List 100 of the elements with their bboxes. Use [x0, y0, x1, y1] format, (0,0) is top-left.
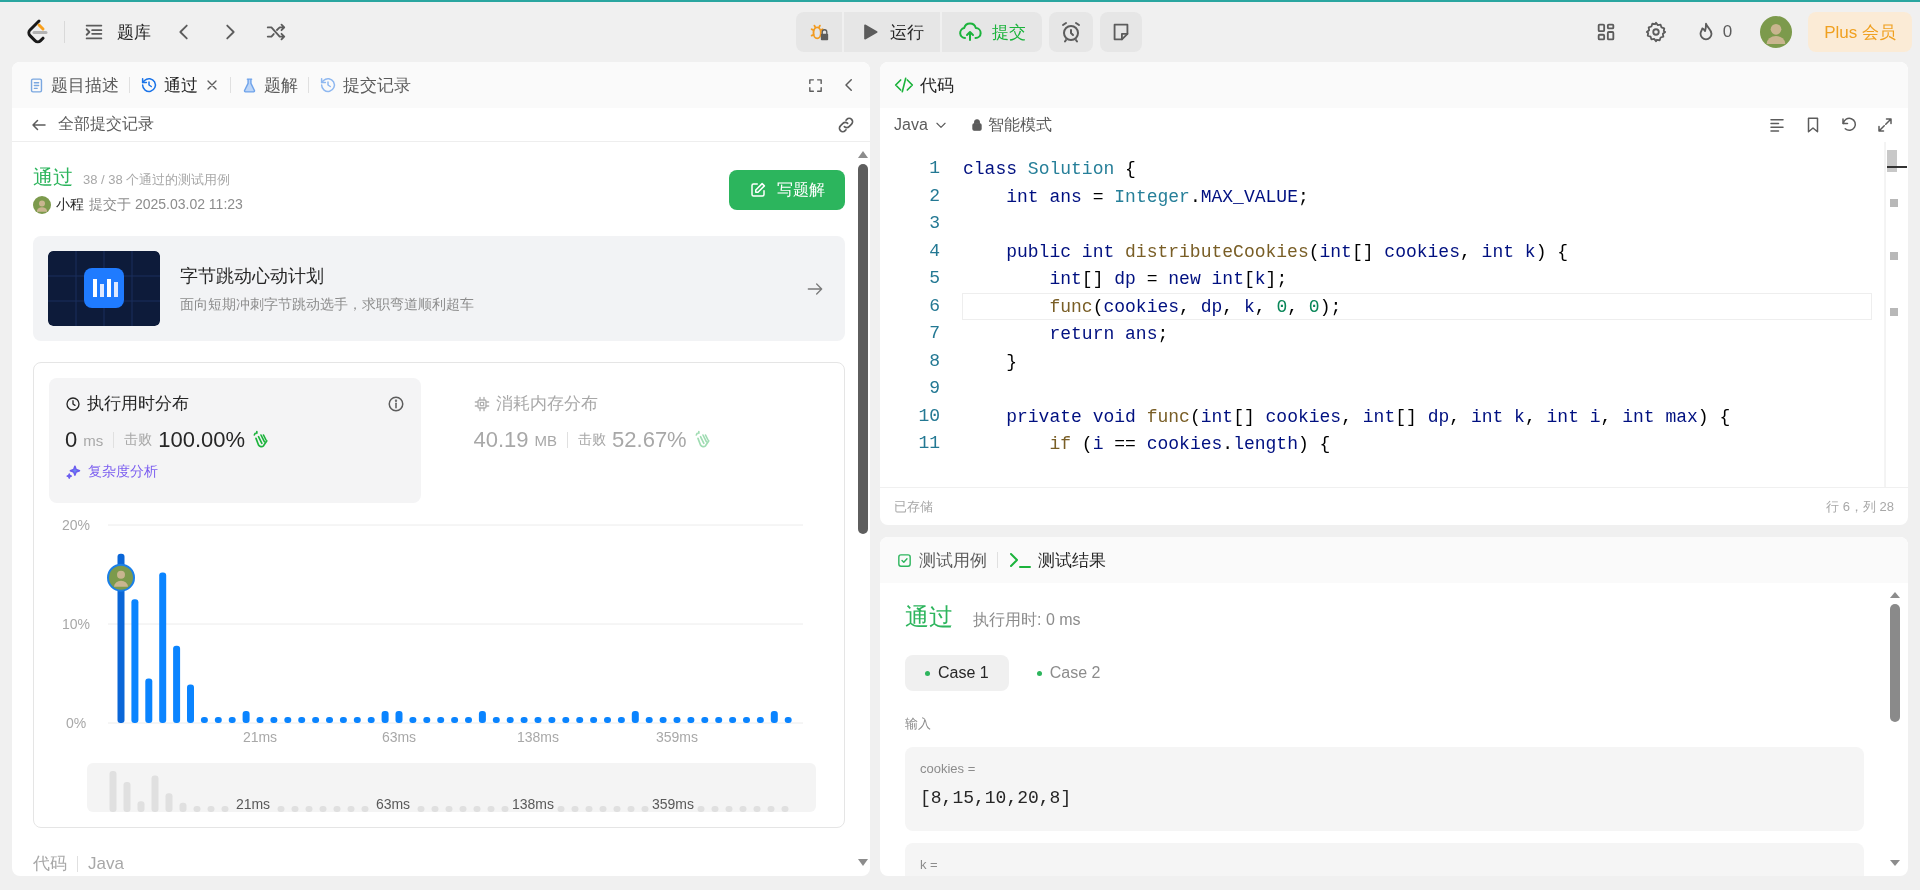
- chart-bar[interactable]: [576, 717, 584, 723]
- axis-label: 10%: [62, 616, 90, 632]
- chart-bar[interactable]: [381, 711, 389, 723]
- chart-bar[interactable]: [617, 717, 625, 723]
- chart-bar[interactable]: [214, 717, 222, 723]
- chart-bar[interactable]: [367, 717, 375, 723]
- fullscreen-icon[interactable]: [807, 76, 824, 94]
- tab[interactable]: 提交记录: [319, 73, 411, 97]
- logo-icon[interactable]: [26, 19, 48, 45]
- chart-bar[interactable]: [756, 717, 764, 723]
- chart-bar[interactable]: [409, 717, 417, 723]
- flask-icon: [241, 76, 258, 94]
- debug-button[interactable]: [796, 12, 842, 52]
- chart-bar[interactable]: [270, 717, 278, 723]
- chart-bar[interactable]: [506, 717, 514, 723]
- beats-label: 击败: [578, 431, 607, 449]
- avatar-icon: [33, 196, 51, 214]
- run-button[interactable]: 运行: [844, 12, 940, 52]
- overview-bar: [417, 806, 425, 812]
- chart-bar[interactable]: [353, 717, 361, 723]
- chart-bar[interactable]: [159, 572, 167, 723]
- code-line: private void func(int[] cookies, int[] dp, int k, int i, int max) {: [1005, 406, 1731, 427]
- tab[interactable]: 题目描述: [28, 73, 119, 97]
- stat-card[interactable]: 执行用时分布 0 ms 击败 100.00% 复杂度分析: [49, 378, 421, 503]
- chart-bar[interactable]: [478, 711, 486, 723]
- beats-value: 52.67%: [612, 427, 687, 453]
- all-submissions-link[interactable]: 全部提交记录: [58, 114, 154, 135]
- chart-bar[interactable]: [659, 717, 667, 723]
- overview-ruler[interactable]: [1884, 142, 1908, 488]
- chart-bar[interactable]: [715, 717, 723, 723]
- author-name[interactable]: 小程: [56, 196, 84, 214]
- chart-bar[interactable]: [173, 645, 181, 723]
- info-icon[interactable]: [386, 394, 405, 413]
- tick-label: 138ms: [512, 796, 554, 812]
- note-button[interactable]: [1100, 12, 1142, 52]
- chart-bar[interactable]: [465, 717, 472, 723]
- tab[interactable]: 通过: [140, 73, 220, 97]
- range-overview[interactable]: 21ms 63ms 138ms 359ms: [87, 763, 816, 812]
- chart-bar[interactable]: [298, 717, 306, 723]
- chart-bar[interactable]: [228, 717, 236, 723]
- tab[interactable]: 测试用例: [896, 548, 987, 572]
- chart-bar[interactable]: [187, 684, 194, 723]
- overview-bar: [221, 806, 229, 812]
- format-icon[interactable]: [1768, 116, 1786, 134]
- chart-bar[interactable]: [145, 678, 153, 723]
- language-selector[interactable]: Java: [894, 116, 948, 134]
- chart-bar[interactable]: [631, 711, 639, 723]
- mode-label[interactable]: 智能模式: [987, 114, 1052, 136]
- document-icon: [28, 76, 45, 94]
- chart-bar[interactable]: [534, 717, 542, 723]
- chart-bar[interactable]: [395, 711, 403, 723]
- case-tab[interactable]: Case 1: [905, 655, 1009, 691]
- chart-bar[interactable]: [492, 717, 500, 723]
- alarm-button[interactable]: [1049, 12, 1093, 52]
- chart-bar[interactable]: [770, 711, 778, 723]
- banner-subtitle: 面向短期冲刺字节跳动选手，求职弯道顺利超车: [180, 295, 475, 314]
- chart-bar[interactable]: [131, 599, 139, 723]
- chart-bar[interactable]: [548, 717, 556, 723]
- chart-bar[interactable]: [673, 717, 681, 723]
- chart-bar[interactable]: [437, 717, 445, 723]
- chart-bar[interactable]: [423, 717, 431, 723]
- chart-bar[interactable]: [200, 717, 208, 723]
- chart-bar[interactable]: [743, 717, 750, 723]
- chart-bar[interactable]: [520, 717, 528, 723]
- overview-bar: [347, 806, 355, 812]
- chart-bar[interactable]: [242, 711, 250, 723]
- chart-bar[interactable]: [687, 717, 695, 723]
- chart-bar[interactable]: [645, 717, 653, 723]
- section-label: 代码: [33, 853, 67, 875]
- code-line: return ans;: [1048, 324, 1169, 344]
- problem-bank-button[interactable]: 题库: [83, 20, 151, 44]
- tab[interactable]: 测试结果: [1008, 548, 1106, 572]
- undo-icon[interactable]: [1840, 116, 1858, 134]
- complexity-analysis-link[interactable]: 复杂度分析: [88, 463, 158, 481]
- stat-title: 消耗内存分布: [495, 393, 598, 415]
- axis-label: 21ms: [242, 729, 278, 745]
- chart-bar[interactable]: [312, 717, 320, 723]
- chart-bar[interactable]: [604, 717, 611, 723]
- line-number: 10: [917, 404, 940, 428]
- chart-bar[interactable]: [590, 717, 598, 723]
- chart-bar[interactable]: [326, 717, 333, 723]
- expand-icon[interactable]: [1876, 116, 1894, 134]
- line-number: 4: [928, 239, 940, 263]
- overview-bar: [459, 806, 467, 812]
- promo-banner[interactable]: 字节跳动心动计划 面向短期冲刺字节跳动选手，求职弯道顺利超车: [33, 236, 845, 341]
- chart-bar[interactable]: [256, 717, 264, 723]
- chart-bar[interactable]: [284, 717, 292, 723]
- line-number: 9: [928, 377, 940, 400]
- chart-bar[interactable]: [701, 717, 709, 723]
- chart-bar[interactable]: [562, 717, 570, 723]
- overview-bar: [753, 806, 761, 812]
- language-label: Java: [88, 853, 124, 874]
- chart-bar[interactable]: [339, 717, 347, 723]
- chart-bar[interactable]: [729, 717, 737, 723]
- settings-icon[interactable]: [1644, 21, 1667, 43]
- tab[interactable]: 题解: [241, 73, 298, 97]
- stat-unit: MB: [534, 431, 558, 449]
- chart-bar[interactable]: [451, 717, 459, 723]
- shuffle-icon[interactable]: [265, 21, 287, 43]
- chart-bar[interactable]: [784, 717, 792, 723]
